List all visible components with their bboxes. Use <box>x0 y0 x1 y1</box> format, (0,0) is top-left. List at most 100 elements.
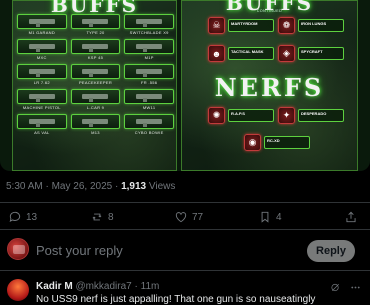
nerfs-title: NERFS <box>214 73 325 102</box>
perk-name: SPYCRAFT <box>301 49 323 54</box>
reply-author-name[interactable]: Kadir M <box>36 281 73 292</box>
views-count: 1,913 <box>121 181 147 192</box>
divider <box>0 229 370 230</box>
weapon-name: FR .556 <box>140 80 158 85</box>
reply-time[interactable]: 11m <box>141 281 160 292</box>
reply-action[interactable]: 13 <box>8 210 37 224</box>
reply-author-avatar[interactable] <box>7 279 29 301</box>
weapon-name: MXC <box>36 55 47 60</box>
nerf-name: DESPERADO <box>301 111 327 116</box>
weapon-card: M13 <box>70 114 121 136</box>
weapon-name: M1P <box>144 55 154 60</box>
post-date[interactable]: May 26, 2025 <box>52 181 113 192</box>
gun-icon <box>28 69 55 77</box>
buffs-continued-panel: BUFFS CONTINUED ☠ MARTYRDOM ❁ IRON LUNGS… <box>181 0 358 171</box>
tactical-mask-icon: ☻ <box>208 45 225 62</box>
weapon-image <box>17 64 67 79</box>
weapon-card: CYBO BOWIE <box>124 114 174 136</box>
reply-text: No USS9 nerf is just appalling! That one… <box>36 294 316 305</box>
spycraft-icon: ◈ <box>278 45 295 62</box>
weapon-image <box>124 114 174 129</box>
gun-icon <box>28 19 55 27</box>
gun-icon <box>136 44 163 52</box>
share-action[interactable] <box>344 210 358 224</box>
weapon-image <box>124 64 174 79</box>
bookmark-icon <box>261 211 269 223</box>
nerf-name: R.A.P.S <box>231 111 245 116</box>
repost-action[interactable]: 8 <box>90 210 114 224</box>
weapon-card: TYPE 20 <box>70 14 121 36</box>
desperado-icon: ✦ <box>278 107 295 124</box>
weapon-name: MACHINE PISTOL <box>22 105 61 110</box>
weapon-card: MW11 <box>124 89 174 111</box>
weapon-card: PEACEKEEPER <box>70 64 121 86</box>
weapon-card: M1P <box>124 39 174 61</box>
nerf-rcxd: ◉ RC-XD <box>244 134 310 151</box>
weapon-name: M1 GARAND <box>28 30 56 35</box>
weapon-image <box>17 114 67 129</box>
post-media-image[interactable]: BUFFS M1 GARAND TYPE 20 SWITCHBLADE X9 MXC K… <box>0 0 370 171</box>
weapon-card: AS VAL <box>17 114 67 136</box>
nerf-desperado: ✦ DESPERADO <box>278 107 344 124</box>
more-options-button[interactable] <box>350 282 361 293</box>
post-timestamp[interactable]: 5:30 AM · May 26, 2025 · 1,913 Views <box>6 181 175 192</box>
gun-icon <box>28 119 55 127</box>
bookmark-action[interactable]: 4 <box>258 210 282 224</box>
weapon-image <box>70 89 121 104</box>
martyrdom-icon: ☠ <box>208 17 225 34</box>
reply-count: 13 <box>26 211 38 223</box>
divider <box>0 202 370 203</box>
grok-button[interactable] <box>330 282 341 293</box>
weapon-image <box>124 39 174 54</box>
weapon-name: M13 <box>91 130 100 135</box>
post-time[interactable]: 5:30 AM <box>6 181 43 192</box>
divider <box>0 270 370 271</box>
weapon-image <box>70 39 121 54</box>
perk-tactical-mask: ☻ TACTICAL MASK <box>208 45 274 62</box>
like-count: 77 <box>192 211 204 223</box>
reply-button[interactable]: Reply <box>307 240 355 262</box>
weapon-card: KSP 45 <box>70 39 121 61</box>
gun-icon <box>136 19 163 27</box>
gun-icon <box>82 19 109 27</box>
gun-icon <box>28 94 55 102</box>
heart-icon <box>175 212 187 223</box>
avatar[interactable] <box>7 238 29 260</box>
perk-martyrdom: ☠ MARTYRDOM <box>208 17 274 34</box>
reply-header: Kadir M @mkkadira7 · 11m <box>36 281 160 292</box>
perk-spycraft: ◈ SPYCRAFT <box>278 45 344 62</box>
gun-icon <box>136 69 163 77</box>
weapon-name: L-CAR 9 <box>86 105 105 110</box>
weapon-name: MW11 <box>142 105 156 110</box>
weapon-card: MACHINE PISTOL <box>17 89 67 111</box>
weapon-name: SWITCHBLADE X9 <box>129 30 169 35</box>
perk-name: IRON LUNGS <box>301 21 327 26</box>
weapon-name: AS VAL <box>34 130 50 135</box>
weapon-name: PEACEKEEPER <box>78 80 113 85</box>
views-label: Views <box>148 181 176 192</box>
weapon-card: LR 7.62 <box>17 64 67 86</box>
weapon-card: SWITCHBLADE X9 <box>124 14 174 36</box>
like-action[interactable]: 77 <box>174 210 203 224</box>
repost-count: 8 <box>108 211 114 223</box>
weapon-image <box>124 14 174 29</box>
weapon-grid: M1 GARAND TYPE 20 SWITCHBLADE X9 MXC KSP 45 M… <box>17 14 174 136</box>
perk-name: TACTICAL MASK <box>231 49 264 54</box>
perk-name: MARTYRDOM <box>231 21 258 26</box>
gun-icon <box>82 94 109 102</box>
weapon-name: KSP 45 <box>87 55 104 60</box>
weapon-image <box>17 14 67 29</box>
weapon-image <box>17 89 67 104</box>
reply-icon <box>9 211 21 222</box>
grok-icon <box>331 283 339 292</box>
weapon-card: FR .556 <box>124 64 174 86</box>
rcxd-icon: ◉ <box>244 134 261 151</box>
reply-input[interactable]: Post your reply <box>36 243 123 258</box>
nerf-name: RC-XD <box>267 138 280 143</box>
reply-author-handle[interactable]: @mkkadira7 <box>75 281 131 292</box>
gun-icon <box>82 119 109 127</box>
gun-icon <box>136 119 163 127</box>
bookmark-count: 4 <box>276 211 282 223</box>
gun-icon <box>82 44 109 52</box>
share-icon <box>346 211 356 223</box>
